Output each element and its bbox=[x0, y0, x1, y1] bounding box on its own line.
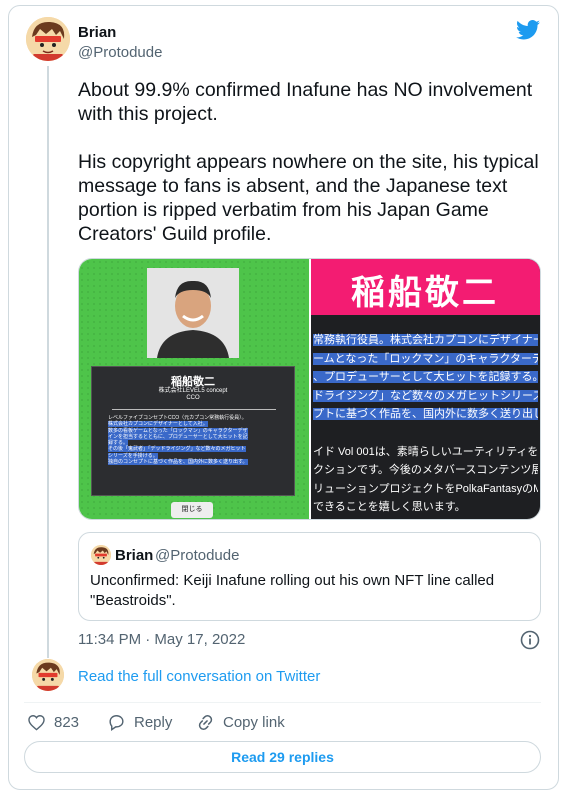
jp-line bbox=[313, 424, 538, 443]
heart-icon bbox=[28, 714, 45, 731]
jp-line: リューションプロジェクトをPolkaFantasyのMarket bbox=[313, 482, 538, 495]
japanese-text-block: 常務執行役員。株式会社カプコンにデザイナーとし ームとなった「ロックマン」のキャ… bbox=[313, 331, 538, 517]
banner-name: 稲船敬二 bbox=[351, 274, 499, 312]
bio-line-highlighted: その後「鬼武者」「デッドライジング」など数々のメガヒット bbox=[108, 446, 246, 453]
jp-line-text: 、プロデューサーとして大ヒットを記録する。そ bbox=[313, 371, 538, 384]
avatar-small[interactable] bbox=[32, 659, 64, 691]
jp-line-text: プトに基づく作品を、国内外に数多く送り出した。 bbox=[313, 408, 538, 421]
twitter-bird-icon[interactable] bbox=[516, 20, 540, 40]
author-handle[interactable]: @Protodude bbox=[78, 44, 162, 61]
quote-author-handle: @Protodude bbox=[155, 547, 240, 564]
read-conversation-link[interactable]: Read the full conversation on Twitter bbox=[78, 668, 320, 685]
divider bbox=[24, 702, 541, 703]
like-button[interactable]: 823 bbox=[27, 712, 79, 732]
media-image-right[interactable]: 稲船敬二 常務執行役員。株式会社カプコンにデザイナーとし ームとなった「ロックマ… bbox=[309, 259, 540, 519]
bio-line-highlighted: 株式会社カプコンにデザイナーとして入社。 bbox=[108, 421, 208, 428]
read-replies-button[interactable]: Read 29 replies bbox=[24, 741, 541, 773]
divider bbox=[112, 409, 276, 410]
jp-line: ドライジング」など数々のメガヒットシリーズを手 bbox=[313, 387, 538, 406]
bio-line-highlighted: シリーズを手掛ける。 bbox=[108, 452, 158, 459]
info-icon[interactable] bbox=[519, 629, 541, 651]
quoted-tweet[interactable]: Brian @Protodude Unconfirmed: Keiji Inaf… bbox=[78, 532, 541, 621]
media-image-left[interactable]: 稲船敬二 株式会社LEVEL5 concept CCO レベルファイブコンセプト… bbox=[79, 259, 309, 519]
close-button[interactable]: 閉じる bbox=[171, 502, 213, 518]
profile-subtitle: 株式会社LEVEL5 concept CCO bbox=[92, 388, 294, 402]
reply-label: Reply bbox=[134, 713, 173, 731]
quote-avatar bbox=[91, 545, 111, 565]
jp-line: 、プロデューサーとして大ヒットを記録する。そ bbox=[313, 368, 538, 387]
link-icon bbox=[198, 714, 213, 730]
copy-link-label: Copy link bbox=[223, 713, 285, 731]
profile-company: 株式会社LEVEL5 concept bbox=[158, 388, 228, 394]
reply-button[interactable]: Reply bbox=[107, 712, 172, 732]
avatar[interactable] bbox=[26, 17, 70, 61]
jp-line: できることを嬉しく思います。 bbox=[313, 501, 466, 514]
bio-line: 独自のコンセプトに基づく作品を、国内外に数多く送り出す。 bbox=[108, 459, 280, 466]
profile-role: CCO bbox=[186, 395, 200, 401]
profile-panel: 稲船敬二 株式会社LEVEL5 concept CCO レベルファイブコンセプト… bbox=[91, 366, 295, 496]
copy-link-button[interactable]: Copy link bbox=[196, 712, 285, 732]
jp-line: 常務執行役員。株式会社カプコンにデザイナーとし bbox=[313, 331, 538, 350]
reply-icon bbox=[109, 714, 124, 731]
like-count: 823 bbox=[54, 713, 80, 731]
quote-author-name: Brian bbox=[115, 547, 154, 564]
profile-photo bbox=[147, 268, 239, 358]
name-banner: 稲船敬二 bbox=[311, 259, 540, 315]
jp-line: プトに基づく作品を、国内外に数多く送り出した。 bbox=[313, 405, 538, 424]
bio-line-highlighted: インを担当するとともに、プロデューサーとして大ヒットを記 bbox=[108, 433, 248, 440]
jp-line: ームとなった「ロックマン」のキャラクターデザイ bbox=[313, 350, 538, 369]
jp-line: クションです。今後のメタバースコンテンツ展開を bbox=[313, 464, 538, 477]
tweet-paragraph: His copyright appears nowhere on the sit… bbox=[78, 151, 539, 245]
thread-line bbox=[47, 66, 49, 658]
tweet-timestamp[interactable]: 11:34 PM · May 17, 2022 bbox=[78, 631, 245, 648]
author-name[interactable]: Brian bbox=[78, 24, 116, 41]
tweet-media[interactable]: 稲船敬二 株式会社LEVEL5 concept CCO レベルファイブコンセプト… bbox=[78, 258, 541, 520]
jp-line-text: ドライジング」など数々のメガヒットシリーズを手 bbox=[313, 389, 538, 402]
jp-line-text: ームとなった「ロックマン」のキャラクターデザイ bbox=[313, 352, 538, 365]
jp-line-text: 常務執行役員。株式会社カプコンにデザイナーとし bbox=[313, 334, 538, 346]
jp-line: イド Vol 001は、素晴らしいユーティリティを統合し bbox=[313, 445, 538, 458]
tweet-text: About 99.9% confirmed Inafune has NO inv… bbox=[78, 78, 540, 246]
bio-line-highlighted: 独自のコンセプトに基づく作品を、国内外に数多く送り出す。 bbox=[108, 459, 248, 466]
profile-bio: レベルファイブコンセプトCCO（元カプコン常務執行役員）。 株式会社カプコンにデ… bbox=[108, 415, 280, 466]
tweet-paragraph: About 99.9% confirmed Inafune has NO inv… bbox=[78, 79, 538, 125]
quote-text: Unconfirmed: Keiji Inafune rolling out h… bbox=[90, 572, 495, 609]
bio-line-highlighted: 数多の看板ゲームとなった「ロックマン」のキャラクターデザ bbox=[108, 427, 248, 434]
profile-name: 稲船敬二 bbox=[171, 376, 215, 388]
